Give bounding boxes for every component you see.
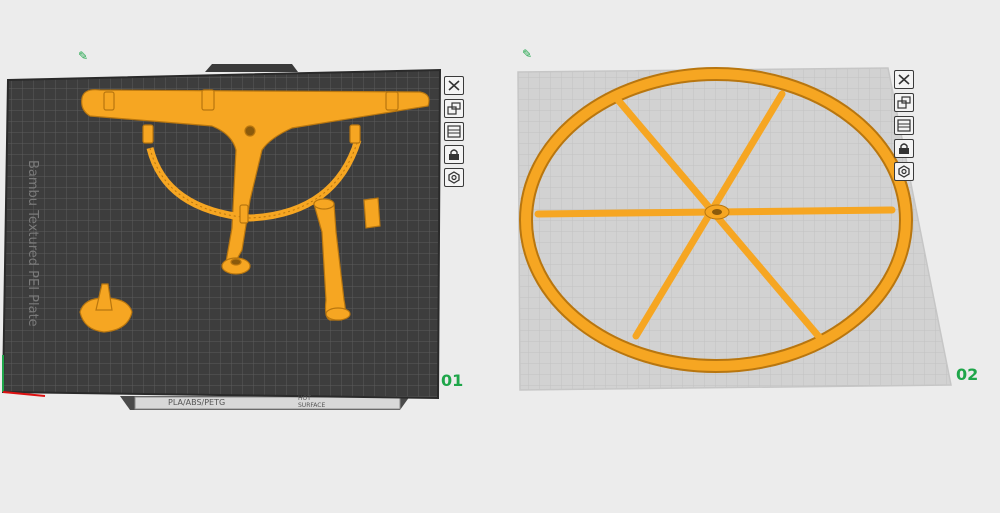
- arrange-icon: [447, 102, 461, 115]
- lock-icon: [449, 149, 459, 160]
- plate-01-texture-label: Bambu Textured PEI Plate: [25, 160, 40, 327]
- plate-02-number[interactable]: 02: [956, 365, 978, 384]
- plate-01-surface-label: SURFACE: [298, 402, 326, 409]
- plate-01-number[interactable]: 01: [441, 371, 463, 390]
- settings-icon: [898, 165, 910, 178]
- plate-01-arrange-button[interactable]: [444, 99, 464, 118]
- close-icon: [898, 74, 910, 85]
- plate-01-lock-button[interactable]: [444, 145, 464, 164]
- orient-icon: [897, 119, 911, 132]
- close-icon: [448, 80, 460, 91]
- small-clip-model[interactable]: [363, 197, 381, 229]
- plate-01-close-button[interactable]: [444, 76, 464, 95]
- plate-02-rename-pencil-icon[interactable]: ✎: [522, 48, 536, 60]
- plate-01-hot-label: HOT: [298, 395, 311, 402]
- build-plate-02[interactable]: [510, 60, 960, 400]
- plate-01-rename-pencil-icon[interactable]: ✎: [78, 50, 92, 62]
- plate-02-orient-button[interactable]: [894, 116, 914, 135]
- arrange-icon: [897, 96, 911, 109]
- plate-01-settings-button[interactable]: [444, 168, 464, 187]
- plate-01-toolbar: [444, 76, 464, 187]
- plate-02-lock-button[interactable]: [894, 139, 914, 158]
- lock-icon: [899, 143, 909, 154]
- plate-02-settings-button[interactable]: [894, 162, 914, 181]
- orient-icon: [447, 125, 461, 138]
- plate-01-orient-button[interactable]: [444, 122, 464, 141]
- plate-02-toolbar: [894, 70, 914, 181]
- plate-02-close-button[interactable]: [894, 70, 914, 89]
- plate-02-arrange-button[interactable]: [894, 93, 914, 112]
- settings-icon: [448, 171, 460, 184]
- 3d-viewport[interactable]: ✎ Bambu Textured PEI Plate PLA/ABS/PETG …: [0, 0, 1000, 513]
- plate-01-material-label: PLA/ABS/PETG: [168, 398, 226, 407]
- build-plates-scene[interactable]: [0, 0, 1000, 513]
